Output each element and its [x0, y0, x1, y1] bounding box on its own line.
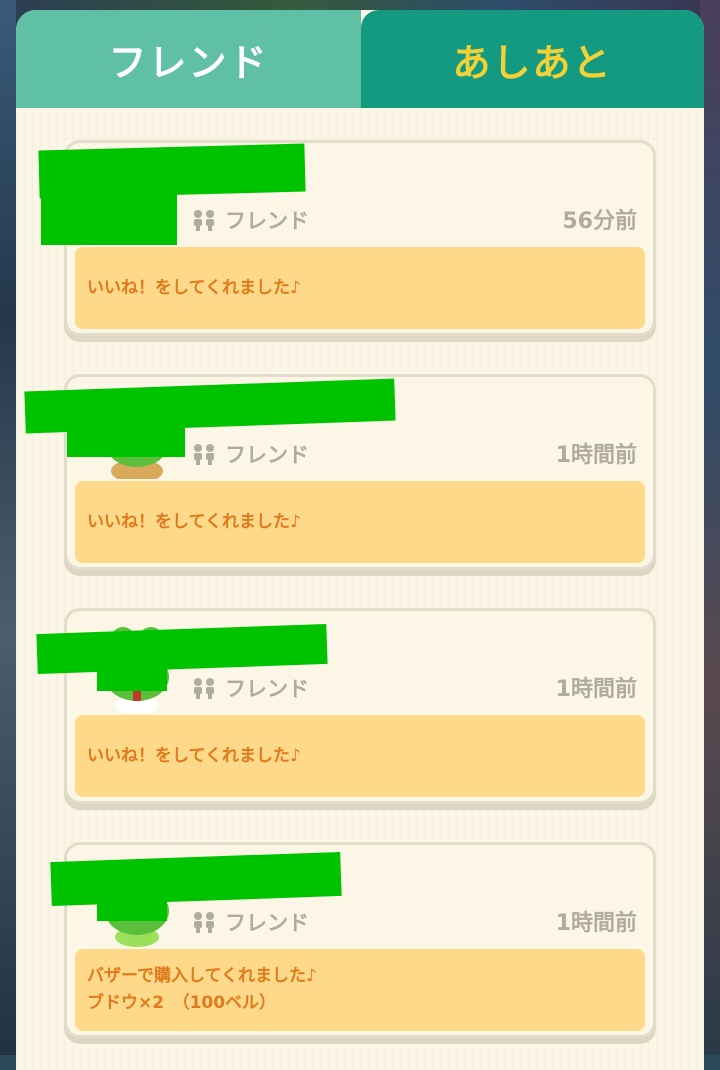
redacted-avatar — [41, 183, 177, 245]
redacted-name — [50, 851, 342, 907]
friend-tag-label: フレンド — [225, 911, 309, 935]
message-box: バザーで購入してくれました♪ ブドウ×2 （100ベル） — [75, 949, 645, 1031]
timestamp: 1時間前 — [555, 677, 637, 702]
message-line: いいね！をしてくれました♪ — [87, 511, 301, 532]
timestamp: 56分前 — [562, 209, 637, 234]
friend-tag-label: フレンド — [225, 443, 309, 467]
timestamp: 1時間前 — [555, 911, 637, 936]
message-box: いいね！をしてくれました♪ — [75, 715, 645, 797]
message-box: いいね！をしてくれました♪ — [75, 247, 645, 329]
redacted-avatar — [97, 647, 167, 691]
friend-tag: フレンド — [189, 439, 309, 469]
tab-bar: フレンド あしあと — [16, 10, 704, 108]
list-item[interactable]: フレンド 56分前 いいね！をしてくれました♪ — [38, 140, 656, 336]
list-item[interactable]: フレンド 1時間前 いいね！をしてくれました♪ — [36, 608, 656, 804]
message-line: ブドウ×2 （100ベル） — [87, 993, 277, 1013]
message-line: いいね！をしてくれました♪ — [87, 745, 301, 766]
redacted-avatar — [97, 885, 167, 921]
message-box: いいね！をしてくれました♪ — [75, 481, 645, 563]
redacted-avatar — [67, 413, 185, 457]
tab-footprints[interactable]: あしあと — [361, 10, 704, 108]
friend-tag: フレンド — [189, 907, 309, 937]
tab-friend[interactable]: フレンド — [16, 10, 361, 108]
message-line: バザーで購入してくれました♪ — [87, 966, 317, 986]
friend-tag-label: フレンド — [225, 677, 309, 701]
message-line: いいね！をしてくれました♪ — [87, 277, 301, 298]
list-item[interactable]: フレンド 1時間前 いいね！をしてくれました♪ — [24, 374, 656, 570]
timestamp: 1時間前 — [555, 443, 637, 468]
friend-tag: フレンド — [189, 205, 309, 235]
friends-icon — [194, 210, 214, 231]
friends-icon — [194, 678, 214, 699]
friend-tag: フレンド — [189, 673, 309, 703]
friends-icon — [194, 444, 214, 465]
friend-tag-label: フレンド — [225, 209, 309, 233]
footprints-panel: フレンド あしあと フレンド 56分前 いいね！をしてくれました♪ フレンド 1… — [16, 10, 704, 1070]
friends-icon — [194, 912, 214, 933]
list-item[interactable]: フレンド 1時間前 バザーで購入してくれました♪ ブドウ×2 （100ベル） — [50, 842, 656, 1038]
background-scene-left — [0, 0, 16, 1055]
redacted-name — [36, 623, 328, 675]
